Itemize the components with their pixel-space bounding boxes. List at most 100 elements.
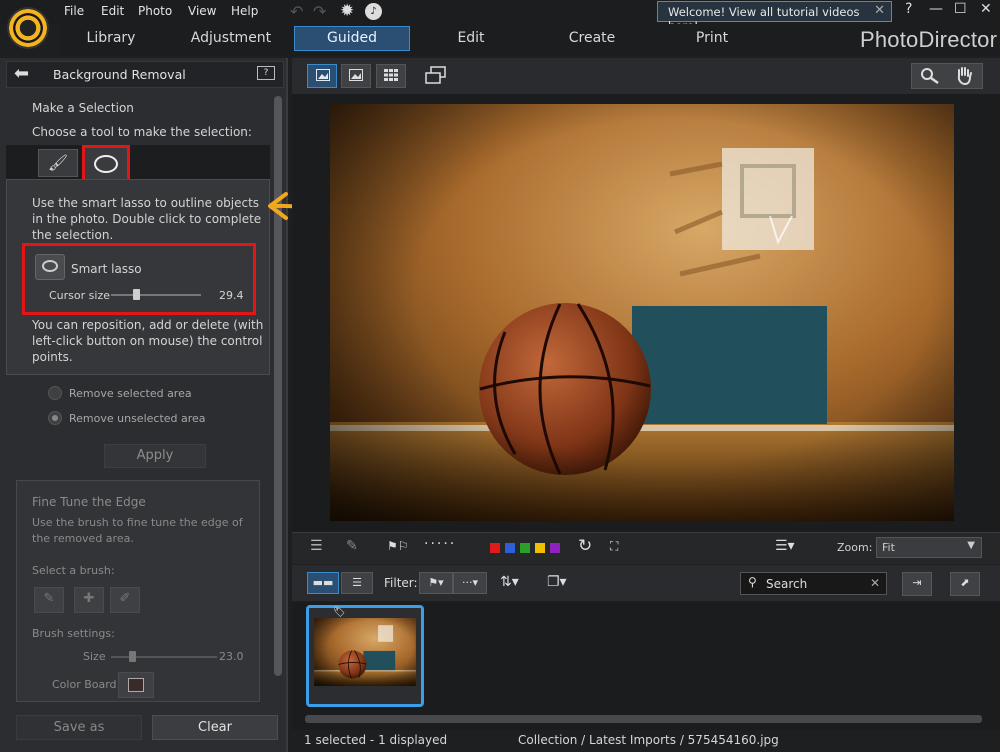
gear-icon[interactable]: ✹ bbox=[340, 1, 354, 21]
clear-search-icon[interactable]: ✕ bbox=[870, 576, 880, 590]
brush-tool-button[interactable]: 🖌 bbox=[38, 149, 78, 177]
single-view-icon bbox=[349, 69, 363, 81]
brush-settings-label: Brush settings: bbox=[32, 627, 115, 640]
close-icon[interactable]: ✕ bbox=[874, 3, 885, 18]
tag-icon: 🏷 bbox=[333, 607, 346, 618]
panel-scrollbar-thumb[interactable] bbox=[274, 96, 282, 676]
back-arrow-icon[interactable]: ⬅ bbox=[14, 63, 29, 84]
menu-help[interactable]: Help bbox=[231, 4, 258, 18]
tab-print[interactable]: Print bbox=[657, 30, 767, 46]
filmstrip-view-icon: ▬▬ bbox=[312, 576, 334, 589]
tab-guided[interactable]: Guided bbox=[294, 26, 410, 51]
add-brush-icon: ✚ bbox=[83, 591, 95, 606]
cursor-size-slider-knob[interactable] bbox=[133, 289, 141, 300]
maximize-button[interactable]: ☐ bbox=[954, 1, 967, 17]
file-path-status: Collection / Latest Imports / 575454160.… bbox=[518, 733, 779, 747]
rating-filter-icon: ···▾ bbox=[461, 576, 478, 589]
stack-icon[interactable]: ❐▾ bbox=[547, 574, 567, 590]
search-icon: ⚲ bbox=[748, 575, 757, 589]
brush-size-slider[interactable] bbox=[111, 656, 217, 658]
color-label-blue[interactable] bbox=[505, 543, 515, 553]
flag-filter-button[interactable]: ⚑▾ bbox=[419, 572, 453, 594]
reposition-line-3: points. bbox=[32, 350, 73, 364]
grid-view-icon bbox=[384, 69, 398, 81]
tab-create[interactable]: Create bbox=[537, 30, 647, 46]
lasso-help-line-3: the selection. bbox=[32, 228, 114, 242]
share-button[interactable]: ⬈ bbox=[950, 572, 980, 596]
make-selection-heading: Make a Selection bbox=[32, 101, 134, 115]
tab-adjustment[interactable]: Adjustment bbox=[176, 30, 286, 46]
tab-edit[interactable]: Edit bbox=[416, 30, 526, 46]
edit-pencil-icon[interactable]: ✎ bbox=[346, 538, 358, 554]
eraser-brush-icon: ✎ bbox=[43, 591, 55, 606]
flag-filter-icon: ⚑▾ bbox=[428, 576, 444, 589]
panel-help-icon[interactable]: ? bbox=[257, 66, 275, 80]
apply-button[interactable]: Apply bbox=[104, 444, 206, 468]
menu-edit[interactable]: Edit bbox=[101, 4, 124, 18]
reposition-line-1: You can reposition, add or delete (with bbox=[32, 318, 264, 332]
cursor-size-label: Cursor size bbox=[49, 289, 110, 302]
smart-lasso-button[interactable] bbox=[35, 254, 65, 280]
fine-tune-heading: Fine Tune the Edge bbox=[32, 495, 146, 509]
minimize-button[interactable]: — bbox=[929, 1, 943, 17]
color-label-red[interactable] bbox=[490, 543, 500, 553]
color-board-button[interactable] bbox=[118, 672, 154, 698]
chevron-down-icon: ▼ bbox=[967, 540, 975, 551]
close-window-button[interactable]: ✕ bbox=[980, 1, 992, 17]
clear-button[interactable]: Clear bbox=[152, 715, 278, 740]
choose-tool-label: Choose a tool to make the selection: bbox=[32, 125, 252, 139]
tutorial-banner[interactable]: Welcome! View all tutorial videos here! … bbox=[657, 1, 892, 33]
color-label-yellow[interactable] bbox=[535, 543, 545, 553]
remove-unselected-label: Remove unselected area bbox=[69, 412, 206, 425]
eraser-brush-button[interactable]: ✎ bbox=[34, 587, 64, 613]
menu-view[interactable]: View bbox=[188, 4, 216, 18]
smart-lasso-label: Smart lasso bbox=[71, 262, 142, 276]
filmstrip-view-button[interactable]: ▬▬ bbox=[307, 572, 339, 594]
remove-unselected-radio[interactable] bbox=[48, 411, 62, 425]
help-button[interactable]: ? bbox=[905, 1, 912, 17]
subtract-brush-button[interactable]: ✐ bbox=[110, 587, 140, 613]
notification-bell-icon[interactable]: ♪ bbox=[365, 3, 382, 20]
redo-icon[interactable]: ↷ bbox=[313, 2, 326, 21]
color-label-green[interactable] bbox=[520, 543, 530, 553]
tab-library[interactable]: Library bbox=[56, 30, 166, 46]
menu-file[interactable]: File bbox=[64, 4, 84, 18]
export-button[interactable]: ⇥ bbox=[902, 572, 932, 596]
rating-dots-icon[interactable]: ····· bbox=[424, 536, 456, 552]
list-view-icon: ☰ bbox=[352, 576, 362, 589]
undo-icon[interactable]: ↶ bbox=[290, 2, 303, 21]
crop-screen-icon[interactable]: ⛶ bbox=[610, 539, 618, 554]
compare-view-icon[interactable] bbox=[425, 66, 447, 84]
zoom-icon[interactable] bbox=[920, 67, 940, 85]
menu-photo[interactable]: Photo bbox=[138, 4, 172, 18]
add-brush-button[interactable]: ✚ bbox=[74, 587, 104, 613]
search-input[interactable]: ⚲ Search ✕ bbox=[740, 572, 887, 595]
sort-menu-icon[interactable]: ☰▾ bbox=[775, 538, 795, 554]
hand-pan-icon[interactable] bbox=[954, 65, 974, 85]
zoom-select-value: Fit bbox=[882, 541, 895, 554]
share-icon: ⬈ bbox=[960, 576, 970, 589]
cursor-size-slider[interactable] bbox=[111, 294, 201, 296]
flag-icon[interactable]: ⚑⚐ bbox=[387, 539, 409, 553]
filmstrip-scrollbar[interactable] bbox=[305, 715, 982, 723]
brush-size-value: 23.0 bbox=[219, 650, 244, 663]
brush-size-label: Size bbox=[83, 650, 106, 663]
remove-selected-label: Remove selected area bbox=[69, 387, 192, 400]
color-swatch bbox=[128, 678, 144, 692]
brush-size-slider-knob[interactable] bbox=[129, 651, 137, 662]
rotate-stack-icon[interactable]: ☰ bbox=[310, 538, 323, 554]
save-as-button[interactable]: Save as bbox=[16, 715, 142, 740]
list-view-button[interactable]: ☰ bbox=[341, 572, 373, 594]
color-label-purple[interactable] bbox=[550, 543, 560, 553]
cursor-size-value: 29.4 bbox=[219, 289, 244, 302]
reposition-line-2: left-click button on mouse) the control bbox=[32, 334, 263, 348]
rating-filter-button[interactable]: ···▾ bbox=[453, 572, 487, 594]
rotate-icon[interactable]: ↻ bbox=[578, 536, 592, 556]
remove-selected-radio[interactable] bbox=[48, 386, 62, 400]
export-icon: ⇥ bbox=[912, 576, 922, 589]
photo-basketball-gym[interactable] bbox=[330, 104, 954, 521]
sort-order-icon[interactable]: ⇅▾ bbox=[500, 574, 519, 590]
zoom-select[interactable]: Fit ▼ bbox=[876, 537, 982, 558]
thumbnail-image[interactable] bbox=[314, 618, 416, 686]
viewer-icon bbox=[316, 69, 330, 81]
